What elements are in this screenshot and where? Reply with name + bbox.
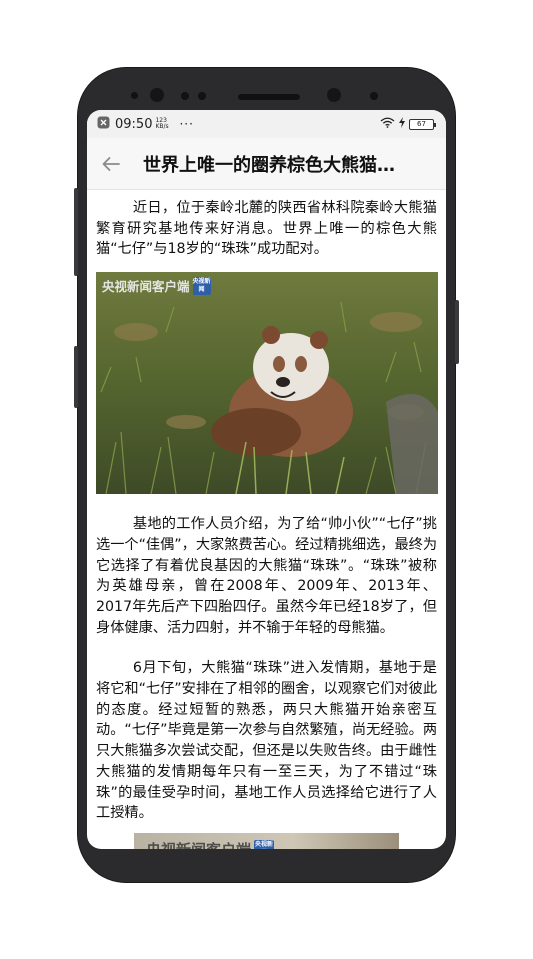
notification-icon: [97, 116, 110, 133]
article-paragraph-3: 6月下旬，大熊猫“珠珠”进入发情期，基地于是将它和“七仔”安排在了相邻的圈舍，以…: [96, 660, 438, 822]
screen: 09:50 123 KB/s ··· 67 世界上唯一的圈养棕色大熊猫… 近日，…: [87, 110, 446, 849]
network-speed: 123 KB/s: [155, 117, 169, 130]
phone-frame: 09:50 123 KB/s ··· 67 世界上唯一的圈养棕色大熊猫… 近日，…: [74, 68, 459, 882]
article-paragraph-2: 基地的工作人员介绍，为了给“帅小伙”“七仔”挑选一个“佳偶”，大家煞费苦心。经过…: [96, 516, 438, 636]
battery-icon: 67: [409, 118, 436, 130]
image-watermark: 央视新闻客户端 央视新闻: [102, 276, 211, 295]
status-bar: 09:50 123 KB/s ··· 67: [87, 110, 446, 138]
article-body: 近日，位于秦岭北麓的陕西省林科院秦岭大熊猫繁育研究基地传来好消息。世界上唯一的棕…: [87, 190, 446, 824]
title-bar: 世界上唯一的圈养棕色大熊猫…: [87, 138, 446, 190]
power-button-left: [74, 346, 78, 408]
volume-button: [74, 188, 78, 276]
page-title: 世界上唯一的圈养棕色大熊猫…: [143, 154, 395, 176]
power-button-right: [455, 300, 459, 364]
cctv-news-logo-2: 央视新闻: [254, 839, 275, 849]
image-watermark-2: 央视新闻客户端 央视新闻: [146, 839, 275, 849]
top-sensors: [78, 86, 455, 106]
cctv-news-logo: 央视新闻: [192, 276, 211, 295]
second-photo-preview[interactable]: 央视新闻客户端 央视新闻: [134, 833, 399, 849]
panda-photo[interactable]: 央视新闻客户端 央视新闻: [96, 272, 438, 495]
back-button[interactable]: [87, 138, 135, 189]
back-arrow-icon: [102, 156, 120, 171]
charging-icon: [399, 116, 405, 132]
wifi-icon: [380, 117, 395, 132]
more-notifications: ···: [179, 117, 194, 131]
article-paragraph-1: 近日，位于秦岭北麓的陕西省林科院秦岭大熊猫繁育研究基地传来好消息。世界上唯一的棕…: [96, 200, 437, 258]
clock: 09:50: [115, 116, 153, 132]
